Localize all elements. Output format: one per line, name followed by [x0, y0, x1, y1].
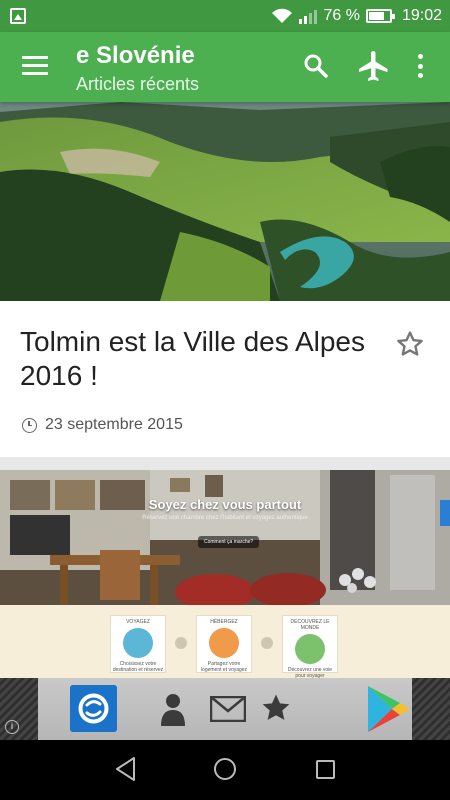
screenshot-side-tab [440, 500, 450, 526]
star-icon[interactable] [260, 692, 292, 724]
app-subtitle: Articles récents [76, 74, 200, 94]
article-title[interactable]: Tolmin est la Ville des Alpes 2016 ! [20, 325, 370, 393]
recents-icon[interactable] [316, 760, 335, 779]
ad-stripe-right [412, 678, 450, 740]
step-caption: Choisissez votre destination et réservez [112, 661, 164, 673]
more-vert-icon[interactable] [410, 54, 430, 78]
clock-icon [22, 417, 37, 433]
search-icon[interactable] [302, 52, 330, 80]
play-store-icon[interactable] [364, 684, 412, 734]
status-bar: 76 % 19:02 [0, 0, 450, 32]
home-icon[interactable] [214, 758, 236, 780]
app-bar: e Slovénie Articles récents [0, 32, 450, 102]
screenshot-steps: VOYAGEZ Choisissez votre destination et … [0, 605, 450, 678]
step-card: VOYAGEZ Choisissez votre destination et … [110, 615, 166, 673]
wifi-icon [272, 8, 293, 23]
step-label: HÉBERGEZ [210, 619, 238, 625]
ad-banner[interactable]: i [0, 678, 450, 740]
info-icon[interactable]: i [5, 720, 19, 734]
screenshot-subheading: Réservez une chambre chez l'habitant et … [142, 515, 308, 521]
step-caption: Découvrez une voie pour voyager [287, 667, 333, 678]
navigation-bar [0, 740, 450, 800]
mail-icon[interactable] [210, 696, 246, 722]
app-title: e Slovénie [76, 42, 195, 69]
step-illustration [123, 628, 153, 658]
step-card: DÉCOUVREZ LE MONDE Découvrez une voie po… [282, 615, 338, 678]
article-card-2[interactable]: Soyez chez vous partout Réservez une cha… [0, 470, 450, 678]
screenshot-cta: Comment ça marche? [198, 536, 260, 548]
airplane-icon[interactable] [356, 48, 392, 84]
battery-percent: 76 % [323, 7, 360, 24]
article-feed[interactable]: Tolmin est la Ville des Alpes 2016 ! 23 … [0, 102, 450, 678]
clock: 19:02 [401, 7, 442, 24]
step-illustration [295, 634, 325, 664]
step-caption: Partagez votre logement et voyagez [200, 661, 248, 673]
menu-icon[interactable] [22, 56, 48, 76]
article-date-row: 23 septembre 2015 [22, 416, 183, 434]
person-icon[interactable] [158, 692, 188, 726]
favorite-star-icon[interactable] [394, 328, 426, 360]
article-card[interactable]: Tolmin est la Ville des Alpes 2016 ! 23 … [0, 301, 450, 457]
back-icon[interactable] [114, 756, 138, 782]
step-label: DÉCOUVREZ LE MONDE [290, 619, 330, 631]
step-label: VOYAGEZ [126, 619, 150, 625]
status-indicators: 76 % 19:02 [271, 0, 442, 32]
screenshot-heading: Soyez chez vous partout [148, 497, 302, 512]
article-date: 23 septembre 2015 [45, 416, 183, 433]
article-hero-image[interactable] [0, 102, 450, 301]
step-arrow-icon [175, 637, 187, 649]
app-logo-icon[interactable] [70, 685, 117, 732]
step-illustration [209, 628, 239, 658]
step-arrow-icon [261, 637, 273, 649]
step-card: HÉBERGEZ Partagez votre logement et voya… [196, 615, 252, 673]
signal-icon [299, 8, 318, 24]
gallery-icon [10, 8, 26, 24]
battery-icon [365, 9, 395, 23]
